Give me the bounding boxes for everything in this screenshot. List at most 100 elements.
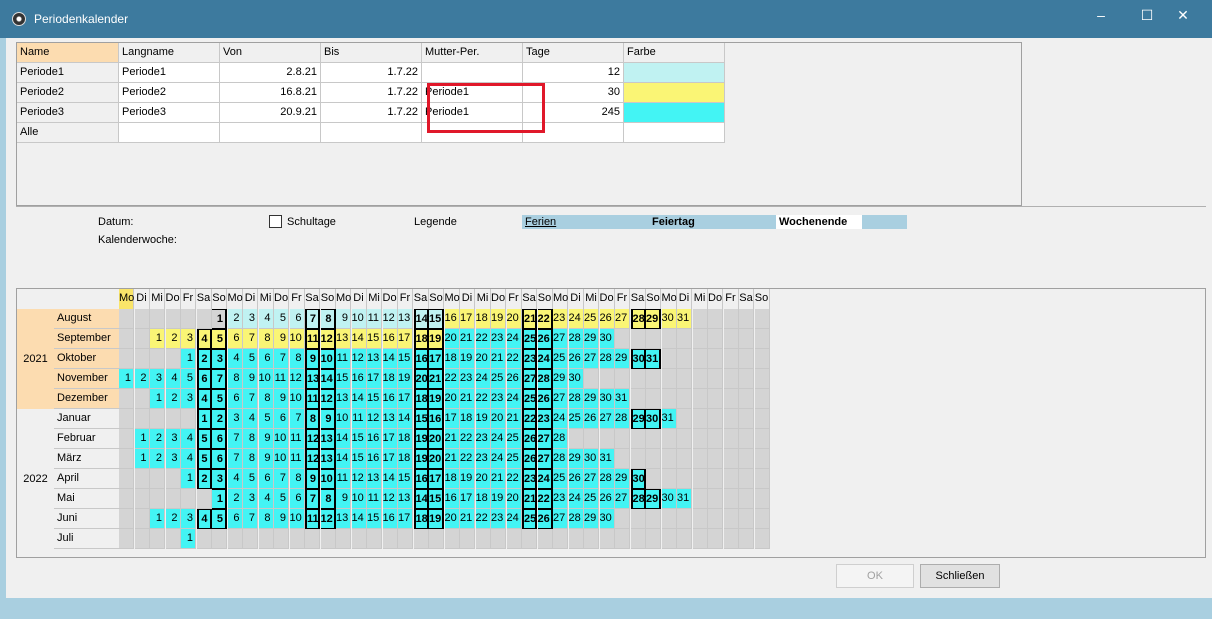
- calendar-day[interactable]: 6: [258, 469, 274, 489]
- calendar-day[interactable]: 10: [320, 469, 336, 489]
- calendar-day[interactable]: 1: [134, 449, 150, 469]
- calendar-day[interactable]: 16: [444, 489, 460, 509]
- calendar-day[interactable]: 12: [305, 449, 320, 469]
- calendar-day[interactable]: 18: [398, 429, 413, 449]
- calendar-day[interactable]: 27: [615, 309, 630, 329]
- calendar-day[interactable]: 31: [615, 389, 630, 409]
- calendar-day[interactable]: 26: [522, 449, 537, 469]
- calendar-day[interactable]: 23: [537, 409, 553, 429]
- calendar-day[interactable]: 14: [351, 329, 367, 349]
- calendar-day[interactable]: 14: [351, 389, 367, 409]
- calendar-day[interactable]: 18: [475, 309, 491, 329]
- calendar-day[interactable]: 8: [227, 369, 243, 389]
- calendar-day[interactable]: 6: [227, 389, 243, 409]
- calendar-day[interactable]: 6: [274, 409, 289, 429]
- calendar-day[interactable]: 27: [584, 469, 599, 489]
- calendar-day[interactable]: 15: [367, 509, 382, 529]
- calendar-day[interactable]: 22: [522, 409, 537, 429]
- grid-cell-mutter[interactable]: [422, 63, 523, 83]
- grid-cell-bis[interactable]: 1.7.22: [321, 103, 422, 123]
- calendar-day[interactable]: 16: [429, 409, 444, 429]
- calendar-day[interactable]: 5: [274, 489, 289, 509]
- calendar-day[interactable]: 31: [599, 449, 615, 469]
- calendar-day[interactable]: 2: [196, 349, 212, 369]
- calendar-day[interactable]: 25: [522, 509, 537, 529]
- calendar-day[interactable]: 29: [584, 389, 599, 409]
- calendar-day[interactable]: 21: [506, 409, 522, 429]
- calendar-day[interactable]: 5: [212, 509, 227, 529]
- calendar-day[interactable]: 10: [289, 389, 305, 409]
- calendar-day[interactable]: 17: [398, 389, 413, 409]
- calendar-day[interactable]: 6: [227, 509, 243, 529]
- calendar-day[interactable]: 24: [506, 509, 522, 529]
- calendar-day[interactable]: 24: [506, 389, 522, 409]
- calendar-day[interactable]: 4: [196, 509, 212, 529]
- calendar-day[interactable]: 21: [460, 329, 475, 349]
- calendar-day[interactable]: 25: [553, 349, 568, 369]
- calendar-day[interactable]: 5: [258, 409, 274, 429]
- calendar-day[interactable]: 5: [212, 329, 227, 349]
- calendar-day[interactable]: 28: [630, 489, 646, 509]
- schliessen-button[interactable]: Schließen: [920, 564, 1000, 588]
- calendar-day[interactable]: 28: [599, 349, 615, 369]
- calendar-day[interactable]: 19: [475, 409, 491, 429]
- calendar-day[interactable]: 25: [568, 409, 584, 429]
- calendar-day[interactable]: 9: [336, 309, 351, 329]
- calendar-day[interactable]: 26: [568, 469, 584, 489]
- calendar-day[interactable]: 16: [367, 429, 382, 449]
- calendar-day[interactable]: 6: [289, 309, 305, 329]
- grid-cell-name[interactable]: Periode1: [17, 63, 119, 83]
- calendar-day[interactable]: 12: [320, 509, 336, 529]
- calendar-day[interactable]: 23: [460, 369, 475, 389]
- calendar-day[interactable]: 19: [491, 309, 506, 329]
- calendar-day[interactable]: 17: [382, 429, 398, 449]
- calendar-day[interactable]: 5: [181, 369, 196, 389]
- calendar-day[interactable]: 8: [258, 509, 274, 529]
- calendar-day[interactable]: 13: [398, 489, 413, 509]
- grid-cell-bis[interactable]: 1.7.22: [321, 83, 422, 103]
- calendar-day[interactable]: 31: [661, 409, 677, 429]
- calendar-day[interactable]: 7: [289, 409, 305, 429]
- calendar-day[interactable]: 19: [429, 329, 444, 349]
- calendar-day[interactable]: 1: [181, 469, 196, 489]
- calendar-day[interactable]: 2: [150, 449, 165, 469]
- col-header-langname[interactable]: Langname: [119, 43, 220, 63]
- calendar-day[interactable]: 16: [367, 449, 382, 469]
- calendar-day[interactable]: 2: [227, 309, 243, 329]
- calendar-day[interactable]: 22: [460, 449, 475, 469]
- calendar-day[interactable]: 29: [615, 469, 630, 489]
- calendar-day[interactable]: 3: [150, 369, 165, 389]
- calendar-day[interactable]: 15: [429, 309, 444, 329]
- calendar-day[interactable]: 11: [367, 489, 382, 509]
- calendar-day[interactable]: 23: [491, 509, 506, 529]
- calendar-day[interactable]: 8: [305, 409, 320, 429]
- calendar-day[interactable]: 13: [336, 509, 351, 529]
- calendar-day[interactable]: 2: [165, 389, 181, 409]
- calendar-day[interactable]: 1: [150, 329, 165, 349]
- calendar-day[interactable]: 11: [289, 449, 305, 469]
- calendar-day[interactable]: 19: [413, 429, 429, 449]
- calendar-day[interactable]: 17: [429, 349, 444, 369]
- calendar-day[interactable]: 28: [630, 309, 646, 329]
- calendar-day[interactable]: 25: [506, 449, 522, 469]
- calendar-day[interactable]: 13: [398, 309, 413, 329]
- calendar-day[interactable]: 26: [599, 489, 615, 509]
- calendar-day[interactable]: 9: [243, 369, 258, 389]
- calendar-day[interactable]: 8: [258, 389, 274, 409]
- calendar-day[interactable]: 3: [165, 449, 181, 469]
- calendar-day[interactable]: 7: [305, 489, 320, 509]
- calendar-day[interactable]: 28: [568, 509, 584, 529]
- calendar-day[interactable]: 15: [336, 369, 351, 389]
- calendar-day[interactable]: 19: [460, 349, 475, 369]
- calendar-day[interactable]: 28: [537, 369, 553, 389]
- calendar-day[interactable]: 27: [553, 509, 568, 529]
- calendar-day[interactable]: 14: [382, 469, 398, 489]
- calendar-day[interactable]: 23: [553, 309, 568, 329]
- calendar-day[interactable]: 16: [382, 509, 398, 529]
- col-header-mutter[interactable]: Mutter-Per.: [422, 43, 523, 63]
- calendar-day[interactable]: 27: [553, 329, 568, 349]
- calendar-day[interactable]: 8: [243, 449, 258, 469]
- calendar-day[interactable]: 19: [429, 509, 444, 529]
- calendar-day[interactable]: 10: [289, 509, 305, 529]
- calendar-day[interactable]: 15: [367, 389, 382, 409]
